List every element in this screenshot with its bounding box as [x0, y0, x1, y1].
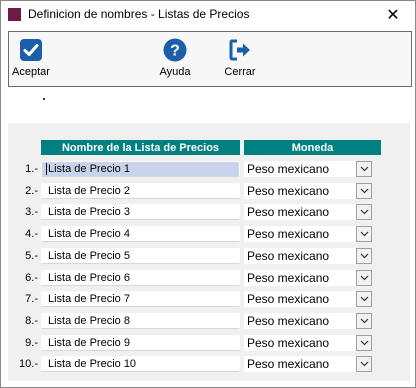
currency-value: Peso mexicano — [247, 249, 330, 263]
window-title: Definicion de nombres - Listas de Precio… — [28, 7, 250, 21]
currency-select[interactable]: Peso mexicano — [244, 270, 372, 286]
currency-select[interactable]: Peso mexicano — [244, 161, 372, 177]
price-list-name-text: Lista de Precio 5 — [48, 250, 130, 262]
price-list-name-field[interactable]: Lista de Precio 7 — [41, 291, 240, 307]
toolbar: Aceptar ? Ayuda Cerrar — [8, 31, 412, 87]
help-icon: ? — [163, 38, 187, 62]
currency-value: Peso mexicano — [247, 205, 330, 219]
row-number: 3.- — [25, 206, 38, 218]
currency-value: Peso mexicano — [247, 357, 330, 371]
close-window-button[interactable]: ✕ — [371, 1, 415, 29]
price-list-name-text: Lista de Precio 8 — [48, 315, 130, 327]
accept-button[interactable]: Aceptar — [11, 38, 51, 78]
currency-value: Peso mexicano — [247, 162, 330, 176]
currency-value: Peso mexicano — [247, 292, 330, 306]
chevron-down-icon[interactable] — [356, 204, 372, 220]
currency-value: Peso mexicano — [247, 227, 330, 241]
price-list-name-field[interactable]: Lista de Precio 9 — [41, 335, 240, 351]
svg-text:?: ? — [170, 43, 180, 60]
app-icon — [8, 8, 21, 21]
column-header-name: Nombre de la Lista de Precios — [41, 140, 240, 155]
row-number: 6.- — [25, 272, 38, 284]
row-number: 2.- — [25, 185, 38, 197]
title-bar: Definicion de nombres - Listas de Precio… — [1, 1, 415, 29]
currency-select[interactable]: Peso mexicano — [244, 291, 372, 307]
price-list-name-text: Lista de Precio 2 — [48, 185, 130, 197]
currency-value: Peso mexicano — [247, 336, 330, 350]
price-list-name-field[interactable]: Lista de Precio 2 — [41, 183, 240, 199]
chevron-down-icon[interactable] — [356, 335, 372, 351]
currency-value: Peso mexicano — [247, 271, 330, 285]
price-list-panel: Nombre de la Lista de Precios Moneda 1.-… — [8, 123, 410, 381]
chevron-down-icon[interactable] — [356, 248, 372, 264]
price-list-name-field[interactable]: Lista de Precio 1 — [41, 161, 240, 177]
chevron-down-icon[interactable] — [356, 270, 372, 286]
price-list-name-text: Lista de Precio 10 — [48, 358, 137, 370]
currency-select[interactable]: Peso mexicano — [244, 313, 372, 329]
check-icon — [19, 38, 43, 62]
accept-label: Aceptar — [12, 66, 50, 78]
separator-dot — [43, 98, 45, 100]
currency-value: Peso mexicano — [247, 314, 330, 328]
row-number: 9.- — [25, 337, 38, 349]
chevron-down-icon[interactable] — [356, 161, 372, 177]
currency-select[interactable]: Peso mexicano — [244, 183, 372, 199]
chevron-down-icon[interactable] — [356, 183, 372, 199]
price-list-name-field[interactable]: Lista de Precio 4 — [41, 226, 240, 242]
row-number: 10.- — [19, 358, 38, 370]
chevron-down-icon[interactable] — [356, 226, 372, 242]
close-button[interactable]: Cerrar — [220, 38, 260, 78]
price-list-name-text: Lista de Precio 6 — [48, 272, 130, 284]
row-number: 5.- — [25, 250, 38, 262]
column-header-currency: Moneda — [244, 140, 381, 155]
currency-select[interactable]: Peso mexicano — [244, 356, 372, 372]
currency-select[interactable]: Peso mexicano — [244, 335, 372, 351]
price-list-name-text: Lista de Precio 9 — [48, 337, 130, 349]
currency-value: Peso mexicano — [247, 184, 330, 198]
currency-select[interactable]: Peso mexicano — [244, 226, 372, 242]
chevron-down-icon[interactable] — [356, 313, 372, 329]
price-list-name-field[interactable]: Lista de Precio 10 — [41, 356, 240, 372]
row-number: 7.- — [25, 293, 38, 305]
chevron-down-icon[interactable] — [356, 291, 372, 307]
close-label: Cerrar — [224, 66, 256, 78]
help-button[interactable]: ? Ayuda — [155, 38, 195, 78]
price-list-name-field[interactable]: Lista de Precio 8 — [41, 313, 240, 329]
row-number: 1.- — [25, 163, 38, 175]
price-list-name-field[interactable]: Lista de Precio 6 — [41, 270, 240, 286]
exit-icon — [228, 38, 252, 62]
row-number: 8.- — [25, 315, 38, 327]
price-list-name-field[interactable]: Lista de Precio 3 — [41, 204, 240, 220]
price-list-name-text: Lista de Precio 3 — [48, 206, 130, 218]
currency-select[interactable]: Peso mexicano — [244, 204, 372, 220]
price-list-name-text: Lista de Precio 7 — [48, 293, 130, 305]
dialog-window: Definicion de nombres - Listas de Precio… — [0, 0, 416, 388]
price-list-name-field[interactable]: Lista de Precio 5 — [41, 248, 240, 264]
currency-select[interactable]: Peso mexicano — [244, 248, 372, 264]
price-list-name-text: Lista de Precio 1 — [46, 163, 130, 175]
row-number: 4.- — [25, 228, 38, 240]
chevron-down-icon[interactable] — [356, 356, 372, 372]
help-label: Ayuda — [159, 66, 191, 78]
close-icon: ✕ — [386, 7, 400, 24]
price-list-name-text: Lista de Precio 4 — [48, 228, 130, 240]
